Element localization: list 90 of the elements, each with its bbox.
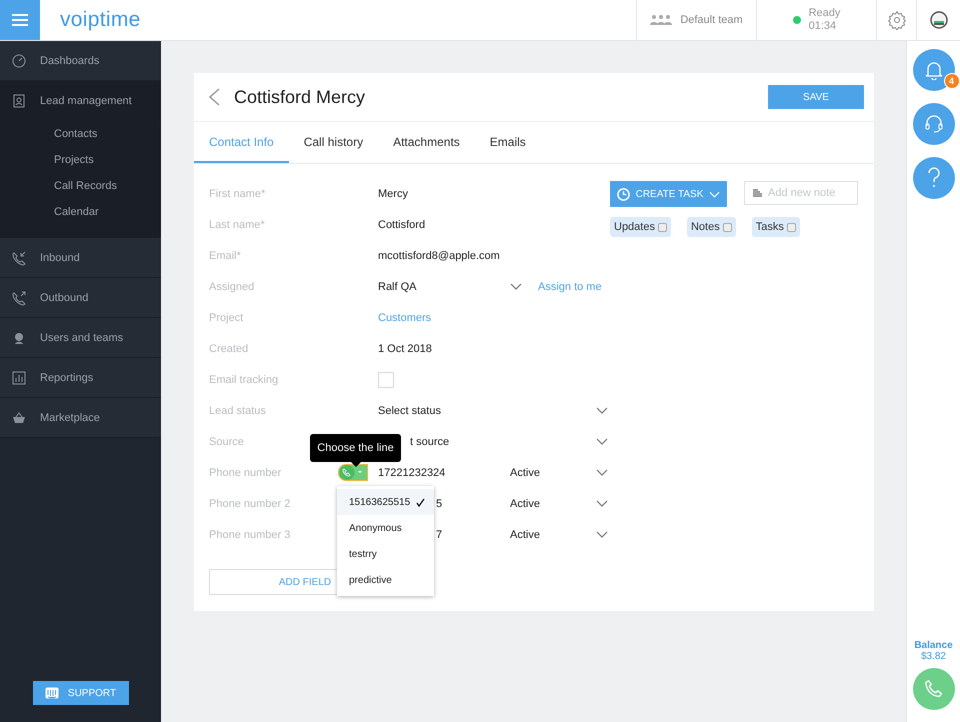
tooltip: Choose the line <box>310 434 401 462</box>
dropdown-item[interactable]: 15163625515 <box>337 489 434 515</box>
field-label: Assigned <box>209 280 254 292</box>
sidebar-item[interactable]: Inbound <box>0 238 161 278</box>
sidebar-item[interactable]: Marketplace <box>0 398 161 438</box>
question-icon <box>926 167 940 189</box>
sidebar-subitem[interactable]: Call Records <box>0 173 161 199</box>
field-label: Phone number 2 <box>209 498 290 510</box>
filter-chip[interactable]: Updates <box>610 217 671 237</box>
select-value[interactable]: Ralf QA <box>378 280 417 292</box>
sidebar-subitem[interactable]: Contacts <box>0 121 161 147</box>
field-label: Email* <box>209 250 241 262</box>
menu-icon <box>12 14 28 26</box>
field-label: Last name* <box>209 218 265 230</box>
chevron-down-icon <box>596 469 608 476</box>
chevron-down-icon <box>596 500 608 507</box>
outgoing-call-icon <box>11 290 27 306</box>
sidebar-subitem[interactable]: Calendar <box>0 199 161 225</box>
chevron-down-icon <box>596 531 608 538</box>
phone-status[interactable]: Active <box>510 466 540 478</box>
sidebar-item[interactable]: Dashboards <box>0 41 161 81</box>
contact-card-icon <box>11 92 27 108</box>
check-icon <box>416 498 426 506</box>
filter-chip[interactable]: Notes <box>686 217 736 237</box>
balance-amount: $3.82 <box>920 651 946 662</box>
field-label: Phone number <box>209 466 282 478</box>
settings-icon[interactable] <box>886 10 906 30</box>
field-value: 1 Oct 2018 <box>378 342 432 354</box>
filter-chip[interactable]: Tasks <box>752 217 800 237</box>
field-value: mcottisford8@apple.com <box>378 250 500 262</box>
phone-status[interactable]: Active <box>510 498 540 510</box>
text-lines-icon <box>753 189 762 197</box>
chevron-down-icon <box>709 190 720 198</box>
chat-icon <box>44 686 59 700</box>
field-label: Phone number 3 <box>209 528 290 540</box>
checkbox[interactable] <box>378 372 394 388</box>
status-dot <box>792 16 801 24</box>
field-value: Mercy <box>378 188 408 200</box>
incoming-call-icon <box>11 250 27 266</box>
sidebar-item[interactable]: Users and teams <box>0 318 161 358</box>
field-label: Email tracking <box>209 374 278 386</box>
tab[interactable]: Call history <box>288 122 378 163</box>
tooltip-arrow <box>351 462 361 467</box>
phone-status[interactable]: Active <box>510 528 540 540</box>
balance-label: Balance <box>914 640 953 651</box>
bar-chart-icon <box>11 370 27 386</box>
field-label: Project <box>209 312 244 324</box>
tab[interactable]: Attachments <box>378 122 475 163</box>
select-value[interactable]: Select status <box>378 404 441 416</box>
phone-value: 7 <box>436 528 442 540</box>
field-label: Source <box>209 436 244 448</box>
team-icon <box>650 14 672 26</box>
field-label: Created <box>209 342 248 354</box>
checkbox[interactable] <box>658 222 667 232</box>
contact-title: Cottisford Mercy <box>234 86 366 108</box>
sidebar-item[interactable]: Reportings <box>0 358 161 398</box>
select-value[interactable]: t source <box>410 436 450 448</box>
help-button[interactable] <box>912 157 954 199</box>
phone-value: 5 <box>436 498 442 510</box>
note-field[interactable]: Add new note <box>744 181 858 205</box>
checkbox[interactable] <box>786 222 796 232</box>
field-label: First name* <box>209 188 266 200</box>
support-chat-button[interactable] <box>912 103 954 145</box>
field-label: Lead status <box>209 404 266 416</box>
notifications-button[interactable] <box>912 49 954 91</box>
dropdown-item[interactable]: Anonymous <box>337 515 434 541</box>
menu-button[interactable] <box>0 0 40 40</box>
bell-icon <box>924 60 942 80</box>
tab[interactable]: Emails <box>474 122 541 163</box>
dropdown-item[interactable]: predictive <box>337 567 434 593</box>
phone-value: 17221232324 <box>378 466 446 478</box>
team-name[interactable]: Default team <box>680 14 743 26</box>
dropdown-item[interactable]: testrry <box>337 541 434 567</box>
back-icon[interactable] <box>208 88 220 106</box>
call-button[interactable] <box>912 668 954 710</box>
gauge-icon <box>11 52 27 68</box>
checkbox[interactable] <box>722 222 732 232</box>
chevron-down-icon <box>510 283 522 290</box>
logo: voiptime <box>60 8 141 32</box>
field-value: Cottisford <box>378 218 426 230</box>
phone-icon <box>922 678 944 700</box>
line-button[interactable] <box>338 464 368 481</box>
sidebar-subitem[interactable]: Projects <box>0 147 161 173</box>
avatar-icon[interactable] <box>930 11 948 29</box>
headset-icon <box>924 114 944 134</box>
clock-icon <box>616 188 630 200</box>
sidebar-item[interactable]: Outbound <box>0 278 161 318</box>
chevron-down-icon <box>596 407 608 414</box>
basket-icon <box>11 410 27 426</box>
chevron-down-icon <box>596 438 608 445</box>
